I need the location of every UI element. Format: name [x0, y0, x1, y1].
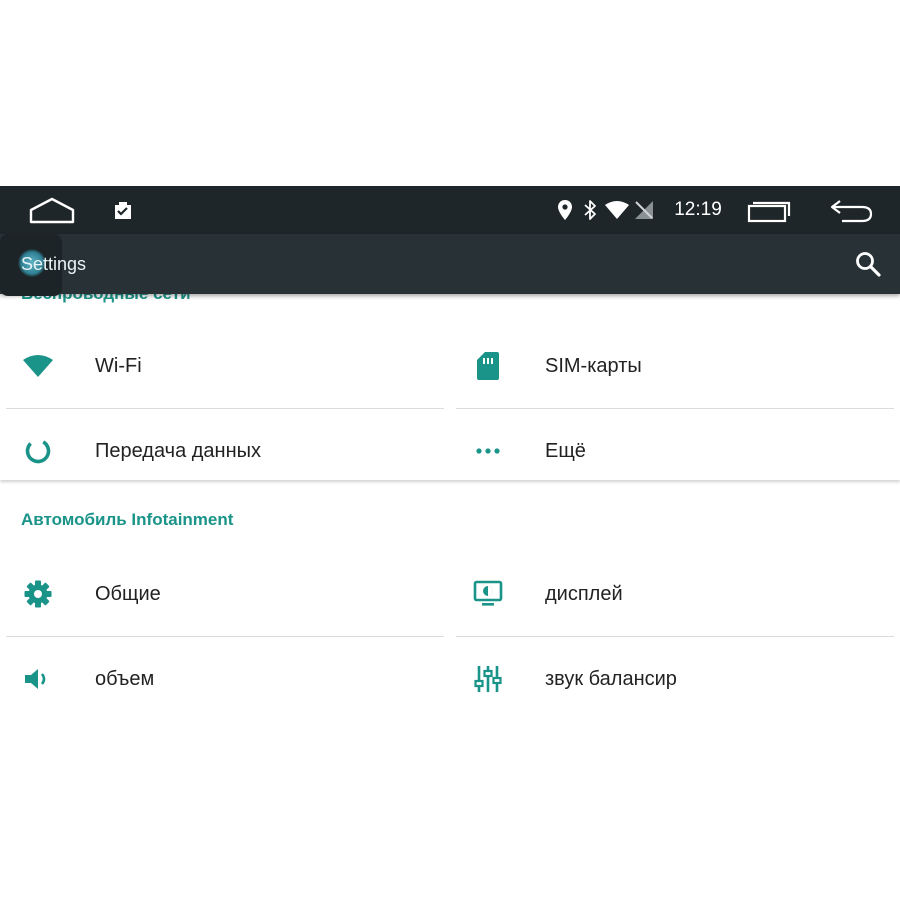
setting-item-label: объем [95, 668, 155, 690]
display-icon [470, 576, 506, 612]
setting-item-label: дисплей [545, 583, 623, 605]
setting-item-data-usage[interactable]: Передача данных [6, 409, 446, 493]
data-usage-icon [20, 433, 56, 469]
setting-item-label: Передача данных [95, 440, 262, 462]
gear-icon [20, 576, 56, 612]
setting-item-volume[interactable]: объем [6, 637, 446, 721]
setting-item-label: Wi-Fi [95, 355, 142, 377]
section-title: Автомобиль Infotainment [21, 510, 234, 529]
clock-time: 12:19 [674, 199, 722, 220]
volume-icon [20, 661, 56, 697]
app-toolbar: Settings [0, 234, 900, 296]
more-icon [470, 433, 506, 469]
setting-item-equalizer[interactable]: звук балансир [456, 637, 896, 721]
setting-item-display[interactable]: дисплей [456, 552, 896, 636]
wifi-icon [20, 348, 56, 384]
section-wireless: Беспроводные сети Wi-Fi SIM-карты Пере [0, 294, 900, 480]
setting-item-sim[interactable]: SIM-карты [456, 324, 896, 408]
setting-item-more[interactable]: Ещё [456, 409, 896, 493]
location-icon [555, 186, 575, 234]
setting-item-label: звук балансир [545, 668, 677, 690]
equalizer-icon [470, 661, 506, 697]
clipboard-check-icon [110, 186, 136, 234]
recent-apps-icon[interactable] [744, 186, 796, 234]
setting-item-label: Ещё [545, 440, 586, 462]
section-infotainment: Автомобиль Infotainment Общие дисплей об… [0, 502, 900, 742]
settings-list[interactable]: Беспроводные сети Wi-Fi SIM-карты Пере [0, 294, 900, 900]
wifi-icon [603, 186, 631, 234]
settings-screen: 12:19 Settings Беспроводные сети Wi-Fi [0, 186, 900, 900]
search-icon[interactable] [854, 250, 882, 278]
setting-item-label: Общие [95, 583, 161, 605]
setting-item-general[interactable]: Общие [6, 552, 446, 636]
bluetooth-icon [580, 186, 600, 234]
back-icon[interactable] [826, 186, 876, 234]
sim-card-icon [470, 348, 506, 384]
no-signal-icon [633, 186, 655, 234]
setting-item-wifi[interactable]: Wi-Fi [6, 324, 446, 408]
home-icon[interactable] [26, 186, 78, 234]
setting-item-label: SIM-карты [545, 355, 642, 377]
status-bar: 12:19 [0, 186, 900, 234]
page-title: Settings [21, 254, 87, 274]
